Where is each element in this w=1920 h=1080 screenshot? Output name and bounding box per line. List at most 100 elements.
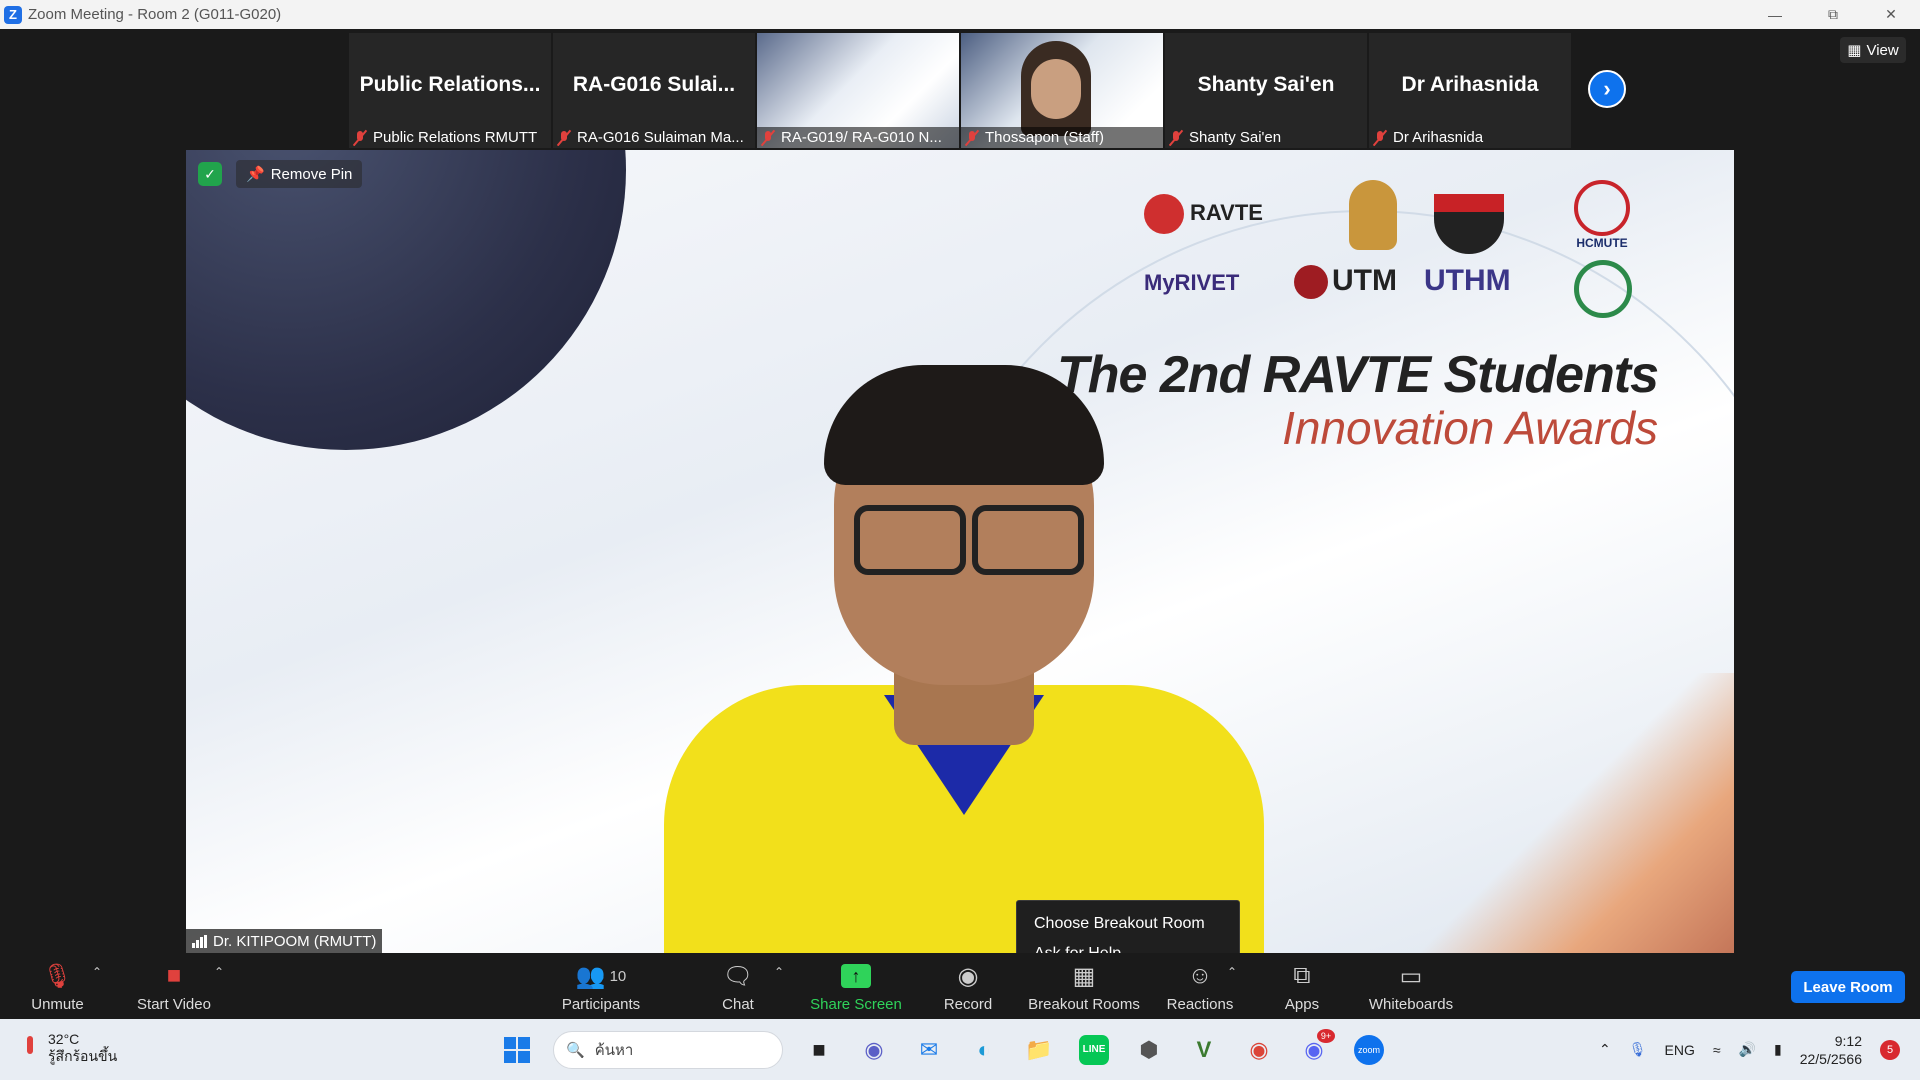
- whiteboard-icon: ▭: [1399, 962, 1423, 990]
- video-options-caret[interactable]: ⌃: [214, 965, 224, 979]
- participant-tile[interactable]: Public Relations... Public Relations RMU…: [349, 33, 551, 148]
- sponsor-logos: RAVTE HCMUTE MyRIVET UTM UTHM: [1144, 180, 1664, 330]
- taskbar-search[interactable]: 🔍 ค้นหา: [553, 1031, 783, 1069]
- record-icon: ◉: [957, 962, 979, 990]
- leave-room-button[interactable]: Leave Room: [1791, 971, 1905, 1003]
- microphone-icon[interactable]: 🎙: [1629, 1041, 1647, 1058]
- breakout-rooms-button[interactable]: ▦ Breakout Rooms: [1026, 953, 1142, 1019]
- view-button[interactable]: ▦ View: [1840, 37, 1906, 63]
- weather-widget[interactable]: 32°C รู้สึกร้อนขึ้น: [20, 1031, 117, 1065]
- close-button[interactable]: ✕: [1862, 0, 1920, 29]
- logo-crest: [1349, 180, 1397, 250]
- participant-label: RA-G016 Sulaiman Ma...: [557, 129, 751, 146]
- share-screen-button[interactable]: ↑ Share Screen: [810, 953, 902, 1019]
- reactions-icon: ☺: [1187, 962, 1213, 989]
- chevron-up-icon[interactable]: ⌃: [1599, 1041, 1611, 1058]
- audio-options-caret[interactable]: ⌃: [92, 965, 102, 979]
- wifi-icon[interactable]: ≈: [1713, 1042, 1721, 1058]
- clock[interactable]: 9:12 22/5/2566: [1800, 1032, 1862, 1068]
- mic-muted-icon: [761, 130, 775, 146]
- discord-badge: 9+: [1317, 1029, 1335, 1043]
- discord-icon[interactable]: ◉ 9+: [1295, 1029, 1335, 1069]
- app-cube-icon[interactable]: ⬢: [1130, 1031, 1168, 1069]
- notification-badge[interactable]: 5: [1880, 1039, 1900, 1060]
- window-title: Zoom Meeting - Room 2 (G011-G020): [28, 6, 282, 23]
- participant-tile-video[interactable]: RA-G019/ RA-G010 N...: [757, 33, 959, 148]
- file-explorer-icon[interactable]: 📁: [1020, 1031, 1058, 1069]
- pinned-video[interactable]: ✓ 📌 Remove Pin RAVTE HCMUTE MyRIVET UTM U…: [186, 150, 1734, 953]
- reactions-options-caret[interactable]: ⌃: [1227, 965, 1237, 979]
- meeting-stage: Public Relations... Public Relations RMU…: [0, 29, 1920, 978]
- mic-muted-icon: [353, 130, 367, 146]
- apps-button[interactable]: ⧉ Apps: [1282, 953, 1322, 1019]
- reactions-button[interactable]: ☺ Reactions: [1166, 953, 1234, 1019]
- participant-video-thumbnail: [1021, 41, 1091, 136]
- chat-button[interactable]: 🗨 Chat: [718, 953, 758, 1019]
- chrome-icon[interactable]: ◉: [1240, 1031, 1278, 1069]
- logo-utm: UTM: [1294, 264, 1397, 300]
- record-button[interactable]: ◉ Record: [942, 953, 994, 1019]
- grid-icon: ▦: [1847, 42, 1862, 59]
- logo-hcmute: HCMUTE: [1569, 180, 1635, 250]
- remove-pin-button[interactable]: 📌 Remove Pin: [236, 160, 363, 188]
- vim-icon[interactable]: V: [1185, 1031, 1223, 1069]
- menu-item-choose-breakout-room[interactable]: Choose Breakout Room: [1017, 909, 1239, 939]
- battery-icon[interactable]: ▮: [1774, 1041, 1782, 1058]
- logo-uthm: UTHM: [1424, 264, 1511, 297]
- chat-icon: 🗨: [722, 962, 754, 990]
- participant-label: Public Relations RMUTT: [353, 129, 547, 146]
- zoom-logo-icon: Z: [4, 5, 22, 24]
- participant-label: RA-G019/ RA-G010 N...: [757, 127, 959, 148]
- apps-icon: ⧉: [1293, 962, 1311, 989]
- zoom-app-icon[interactable]: zoom: [1350, 1031, 1388, 1069]
- shield-icon[interactable]: ✓: [198, 162, 222, 186]
- mic-muted-icon: [557, 130, 571, 146]
- clock-date: 22/5/2566: [1799, 1050, 1862, 1067]
- thermometer-icon: [20, 1036, 40, 1060]
- language-indicator[interactable]: ENG: [1665, 1042, 1695, 1058]
- volume-icon[interactable]: 🔊: [1739, 1041, 1756, 1058]
- participant-big-name: Public Relations...: [359, 73, 541, 96]
- unmute-button[interactable]: 🎙 Unmute: [25, 953, 90, 1019]
- mic-muted-icon: [1169, 130, 1183, 146]
- breakout-rooms-icon: ▦: [1072, 962, 1096, 990]
- participant-tile[interactable]: Dr Arihasnida Dr Arihasnida: [1369, 33, 1571, 148]
- minimize-button[interactable]: —: [1746, 0, 1804, 29]
- signal-bars-icon: [192, 934, 207, 948]
- next-page-button[interactable]: ›: [1588, 70, 1626, 108]
- participant-tile-video[interactable]: Thossapon (Staff): [961, 33, 1163, 148]
- restore-button[interactable]: ⧉: [1804, 0, 1862, 29]
- start-video-button[interactable]: ■ Start Video: [130, 953, 218, 1019]
- search-icon: 🔍: [566, 1042, 585, 1059]
- windows-start-icon[interactable]: [498, 1031, 536, 1069]
- participants-button[interactable]: 👥 10 Participants: [556, 953, 646, 1019]
- participants-icon: 👥 10: [575, 962, 627, 990]
- chevron-right-icon: ›: [1603, 76, 1611, 101]
- whiteboards-button[interactable]: ▭ Whiteboards: [1366, 953, 1456, 1019]
- participant-tile[interactable]: Shanty Sai'en Shanty Sai'en: [1165, 33, 1367, 148]
- chat-options-caret[interactable]: ⌃: [774, 965, 784, 979]
- taskbar-apps: 🔍 ค้นหา ■ ◉ ✉ ◐ 📁 LINE ⬢ V ◉ ◉ 9+ zoom: [498, 1029, 1388, 1069]
- mic-muted-icon: [965, 130, 979, 146]
- logo-ravte: RAVTE: [1144, 194, 1263, 234]
- clock-time: 9:12: [1834, 1032, 1862, 1049]
- participant-label: Shanty Sai'en: [1169, 129, 1363, 146]
- pin-icon: 📌: [246, 166, 265, 183]
- participant-tile[interactable]: RA-G016 Sulai... RA-G016 Sulaiman Ma...: [553, 33, 755, 148]
- participant-big-name: RA-G016 Sulai...: [572, 73, 736, 96]
- line-app-icon[interactable]: LINE: [1075, 1031, 1113, 1069]
- weather-temperature: 32°C: [48, 1031, 80, 1047]
- task-view-icon[interactable]: ■: [800, 1031, 838, 1069]
- background-cones: [1394, 673, 1734, 953]
- teams-meet-icon[interactable]: ◉: [855, 1031, 893, 1069]
- mic-muted-icon: [1373, 130, 1387, 146]
- title-bar: Z Zoom Meeting - Room 2 (G011-G020) — ⧉ …: [0, 0, 1920, 29]
- participant-big-name: Shanty Sai'en: [1197, 73, 1335, 96]
- logo-green-seal: [1574, 260, 1632, 318]
- video-off-icon: ■: [166, 962, 182, 989]
- edge-browser-icon[interactable]: ◐: [965, 1031, 1003, 1069]
- mail-icon[interactable]: ✉: [910, 1031, 948, 1069]
- meeting-toolbar: 🎙 Unmute ⌃ ■ Start Video ⌃ 👥 10 Participa…: [0, 953, 1920, 1019]
- system-tray: ⌃ 🎙 ENG ≈ 🔊 ▮ 9:12 22/5/2566 5: [1599, 1019, 1920, 1080]
- share-screen-icon: ↑: [841, 960, 871, 992]
